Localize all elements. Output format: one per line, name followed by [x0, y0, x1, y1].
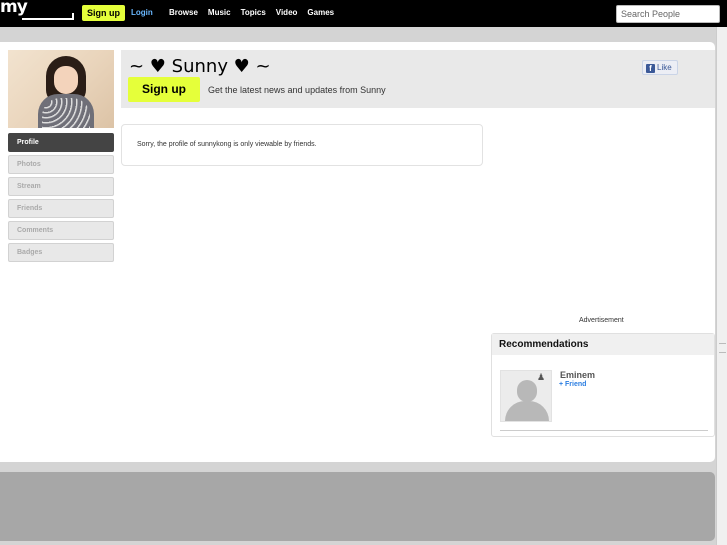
sidebar-item-profile[interactable]: Profile — [8, 133, 114, 152]
logo-underline — [22, 18, 74, 20]
search-people-input[interactable] — [616, 5, 720, 23]
main-nav: Browse Music Topics Video Games — [169, 8, 334, 17]
nav-games[interactable]: Games — [307, 8, 334, 17]
site-logo[interactable]: my — [0, 0, 76, 22]
avatar-body — [505, 401, 549, 421]
private-profile-notice: Sorry, the profile of sunnykong is only … — [121, 124, 483, 166]
sidebar-item-badges[interactable]: Badges — [8, 243, 114, 262]
recommendations-panel: Recommendations ♟ Eminem + Friend — [491, 333, 715, 437]
nav-browse[interactable]: Browse — [169, 8, 198, 17]
top-navigation-bar: my Sign up Login Browse Music Topics Vid… — [0, 0, 727, 27]
recommendations-divider — [500, 430, 708, 431]
header-divider-strip — [0, 27, 727, 42]
notice-text: Sorry, the profile of sunnykong is only … — [137, 141, 317, 148]
photo-dress-pattern — [42, 98, 90, 128]
profile-header: ~ ♥ Sunny ♥ ~ Sign up Get the latest new… — [121, 50, 715, 108]
logo-tick — [72, 13, 74, 20]
profile-tagline: Get the latest news and updates from Sun… — [208, 85, 386, 95]
sidebar-item-comments[interactable]: Comments — [8, 221, 114, 240]
nav-music[interactable]: Music — [208, 8, 231, 17]
signup-button[interactable]: Sign up — [82, 5, 125, 21]
footer-panel — [0, 472, 715, 541]
user-icon: ♟ — [536, 372, 546, 382]
sidebar-item-stream[interactable]: Stream — [8, 177, 114, 196]
profile-signup-button[interactable]: Sign up — [128, 77, 200, 102]
page-scrollbar[interactable] — [716, 27, 727, 545]
photo-face — [54, 66, 78, 94]
recommendation-name[interactable]: Eminem — [560, 370, 595, 380]
facebook-icon: f — [646, 64, 655, 73]
sidebar-item-photos[interactable]: Photos — [8, 155, 114, 174]
recommendations-title: Recommendations — [492, 334, 714, 355]
nav-topics[interactable]: Topics — [241, 8, 266, 17]
add-friend-link[interactable]: + Friend — [559, 381, 586, 388]
scrollbar-grip[interactable] — [719, 343, 726, 353]
facebook-like-button[interactable]: f Like — [642, 60, 678, 75]
sidebar-item-friends[interactable]: Friends — [8, 199, 114, 218]
profile-sidebar-menu: Profile Photos Stream Friends Comments B… — [8, 133, 114, 265]
profile-photo[interactable] — [8, 50, 114, 128]
like-label: Like — [657, 63, 672, 72]
login-link[interactable]: Login — [131, 8, 153, 17]
avatar-head — [517, 380, 537, 402]
logo-text: my — [0, 0, 28, 17]
advertisement-label: Advertisement — [579, 317, 624, 324]
profile-name: ~ ♥ Sunny ♥ ~ — [129, 56, 271, 77]
nav-video[interactable]: Video — [276, 8, 298, 17]
